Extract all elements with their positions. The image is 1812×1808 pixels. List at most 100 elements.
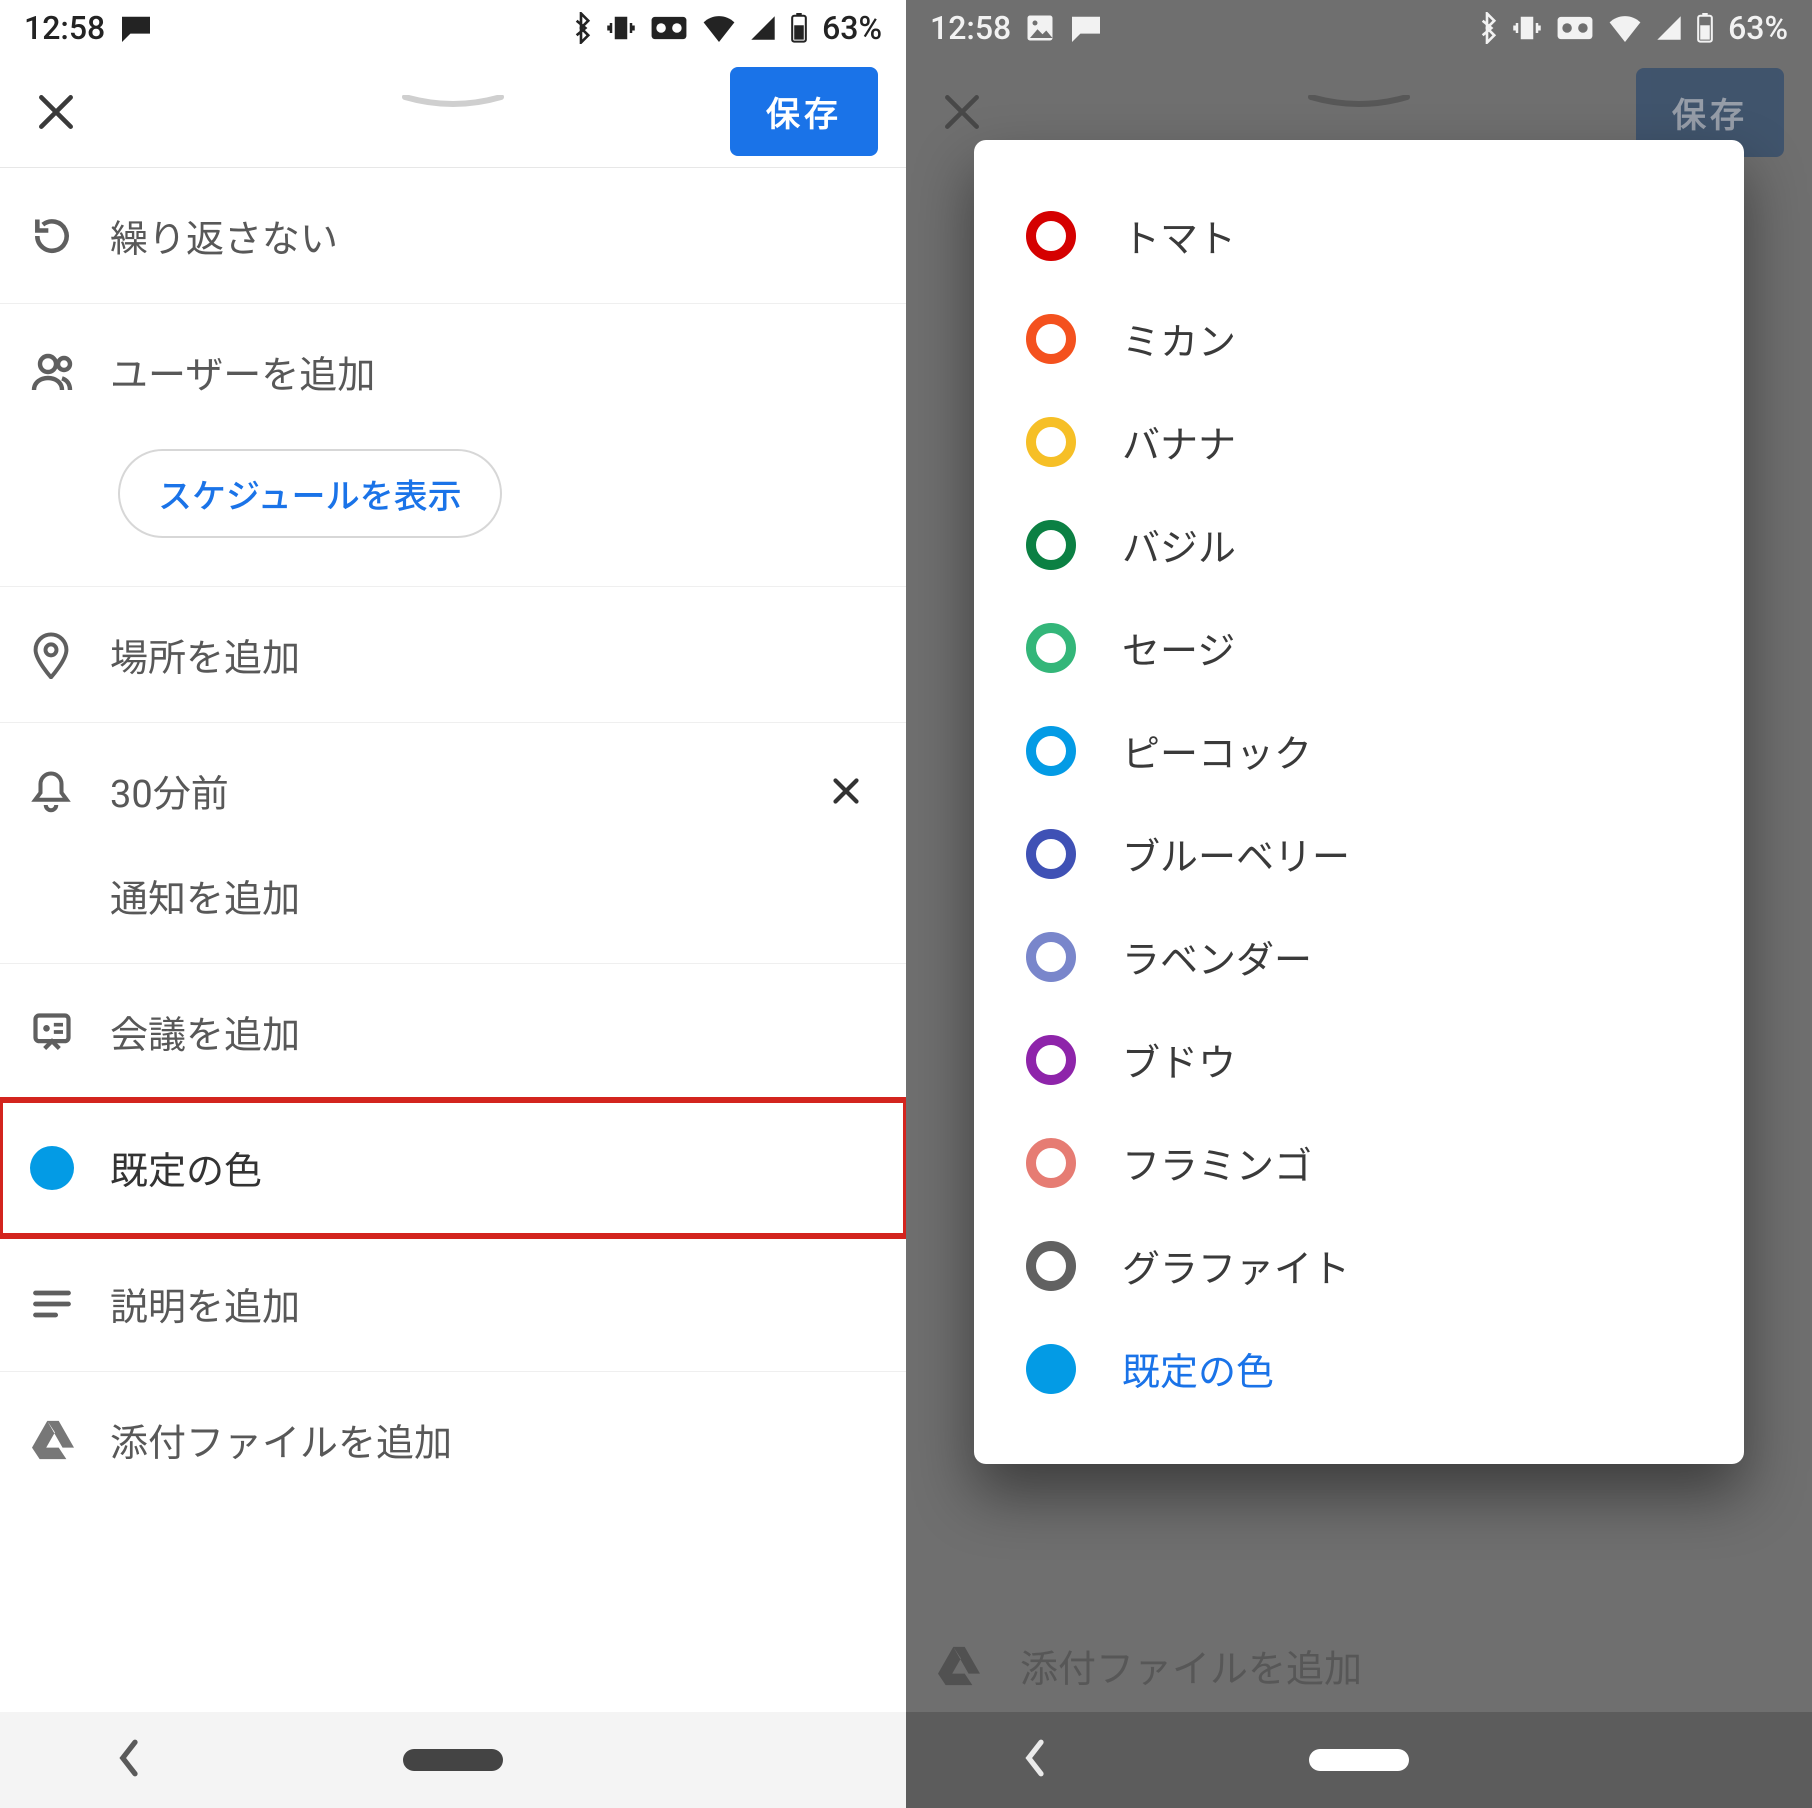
drag-handle-icon[interactable] <box>398 94 508 108</box>
section-notifications: 30分前 通知を追加 <box>0 723 906 964</box>
row-attachment-label: 添付ファイルを追加 <box>110 1412 876 1467</box>
color-option[interactable]: バジル <box>974 493 1744 596</box>
wifi-icon <box>1608 14 1642 42</box>
color-swatch-default <box>1026 1344 1076 1394</box>
show-schedule-chip[interactable]: スケジュールを表示 <box>118 449 502 538</box>
color-option[interactable]: ラベンダー <box>974 905 1744 1008</box>
app-bar: 保存 <box>0 56 906 168</box>
row-add-notification[interactable]: 通知を追加 <box>0 858 906 963</box>
cardboard-icon <box>1556 15 1594 41</box>
bell-icon <box>30 768 110 814</box>
status-time: 12:58 <box>24 9 105 47</box>
color-option[interactable]: グラファイト <box>974 1214 1744 1317</box>
color-ring-icon <box>1026 211 1076 261</box>
color-option-label: バナナ <box>1122 414 1236 469</box>
color-option[interactable]: フラミンゴ <box>974 1111 1744 1214</box>
color-option-label: バジル <box>1122 517 1236 572</box>
color-option-label: ブルーベリー <box>1122 826 1350 881</box>
nav-back-button[interactable] <box>113 1737 143 1783</box>
location-icon <box>30 631 110 679</box>
color-ring-icon <box>1026 1138 1076 1188</box>
color-option[interactable]: セージ <box>974 596 1744 699</box>
row-attachment-dimmed-label: 添付ファイルを追加 <box>1020 1638 1362 1693</box>
color-option-default[interactable]: 既定の色 <box>974 1317 1744 1420</box>
color-option[interactable]: トマト <box>974 184 1744 287</box>
close-button-dimmed <box>934 84 990 140</box>
cardboard-icon <box>650 15 688 41</box>
close-button[interactable] <box>28 84 84 140</box>
color-ring-icon <box>1026 726 1076 776</box>
color-option-label: ラベンダー <box>1122 929 1312 984</box>
row-repeat[interactable]: 繰り返さない <box>0 168 906 304</box>
status-battery-pct: 63% <box>1728 9 1788 47</box>
status-bar: 12:58 63% <box>0 0 906 56</box>
status-time: 12:58 <box>930 9 1011 47</box>
save-button[interactable]: 保存 <box>730 67 878 156</box>
row-description-label: 説明を追加 <box>110 1276 876 1331</box>
color-option[interactable]: ブルーベリー <box>974 802 1744 905</box>
row-location[interactable]: 場所を追加 <box>0 587 906 723</box>
remove-reminder-button[interactable] <box>816 773 876 809</box>
color-ring-icon <box>1026 520 1076 570</box>
battery-icon <box>790 13 808 43</box>
vibrate-icon <box>606 13 636 43</box>
color-option-label: フラミンゴ <box>1122 1135 1312 1190</box>
row-repeat-label: 繰り返さない <box>110 208 876 263</box>
messaging-icon <box>1069 14 1103 42</box>
bluetooth-icon <box>1476 12 1498 44</box>
row-add-user-label: ユーザーを追加 <box>110 344 876 399</box>
color-ring-icon <box>1026 314 1076 364</box>
color-option[interactable]: ブドウ <box>974 1008 1744 1111</box>
color-ring-icon <box>1026 623 1076 673</box>
battery-icon <box>1696 13 1714 43</box>
drag-handle-icon <box>1304 94 1414 108</box>
row-add-notification-label: 通知を追加 <box>110 868 876 923</box>
row-location-label: 場所を追加 <box>110 627 876 682</box>
meeting-icon <box>30 1010 110 1054</box>
right-screen: 12:58 <box>906 0 1812 1808</box>
color-option-default-label: 既定の色 <box>1122 1341 1274 1396</box>
section-attendees: ユーザーを追加 スケジュールを表示 <box>0 304 906 587</box>
messaging-icon <box>119 14 153 42</box>
color-option-label: ミカン <box>1122 311 1236 366</box>
image-notification-icon <box>1025 13 1055 43</box>
vibrate-icon <box>1512 13 1542 43</box>
color-option-label: グラファイト <box>1122 1238 1350 1293</box>
row-attachment[interactable]: 添付ファイルを追加 <box>0 1372 906 1513</box>
people-icon <box>30 348 110 396</box>
color-ring-icon <box>1026 417 1076 467</box>
description-icon <box>30 1286 110 1322</box>
color-option[interactable]: ピーコック <box>974 699 1744 802</box>
row-meeting[interactable]: 会議を追加 <box>0 964 906 1100</box>
color-option[interactable]: バナナ <box>974 390 1744 493</box>
drive-icon <box>30 1419 110 1461</box>
nav-back-button[interactable] <box>1019 1737 1049 1783</box>
left-screen: 12:58 63% <box>0 0 906 1808</box>
nav-bar <box>906 1712 1812 1808</box>
color-picker-dialog: トマトミカンバナナバジルセージピーコックブルーベリーラベンダーブドウフラミンゴグ… <box>974 140 1744 1464</box>
row-description[interactable]: 説明を追加 <box>0 1236 906 1372</box>
repeat-icon <box>30 214 110 258</box>
nav-home-pill[interactable] <box>403 1749 503 1771</box>
row-color[interactable]: 既定の色 <box>0 1100 906 1236</box>
color-option[interactable]: ミカン <box>974 287 1744 390</box>
row-add-user[interactable]: ユーザーを追加 <box>0 304 906 439</box>
row-reminder[interactable]: 30分前 <box>0 723 906 858</box>
nav-home-pill[interactable] <box>1309 1749 1409 1771</box>
row-color-label: 既定の色 <box>110 1140 876 1195</box>
signal-icon <box>750 15 776 41</box>
color-option-label: トマト <box>1122 208 1236 263</box>
color-swatch-icon <box>30 1146 110 1190</box>
color-ring-icon <box>1026 1035 1076 1085</box>
status-bar: 12:58 <box>906 0 1812 56</box>
bluetooth-icon <box>570 12 592 44</box>
color-ring-icon <box>1026 1241 1076 1291</box>
color-ring-icon <box>1026 932 1076 982</box>
color-ring-icon <box>1026 829 1076 879</box>
wifi-icon <box>702 14 736 42</box>
color-option-label: ブドウ <box>1122 1032 1236 1087</box>
row-reminder-label: 30分前 <box>110 763 816 818</box>
color-option-label: セージ <box>1122 620 1235 675</box>
row-attachment-dimmed: 添付ファイルを追加 <box>906 1598 1812 1712</box>
nav-bar <box>0 1712 906 1808</box>
